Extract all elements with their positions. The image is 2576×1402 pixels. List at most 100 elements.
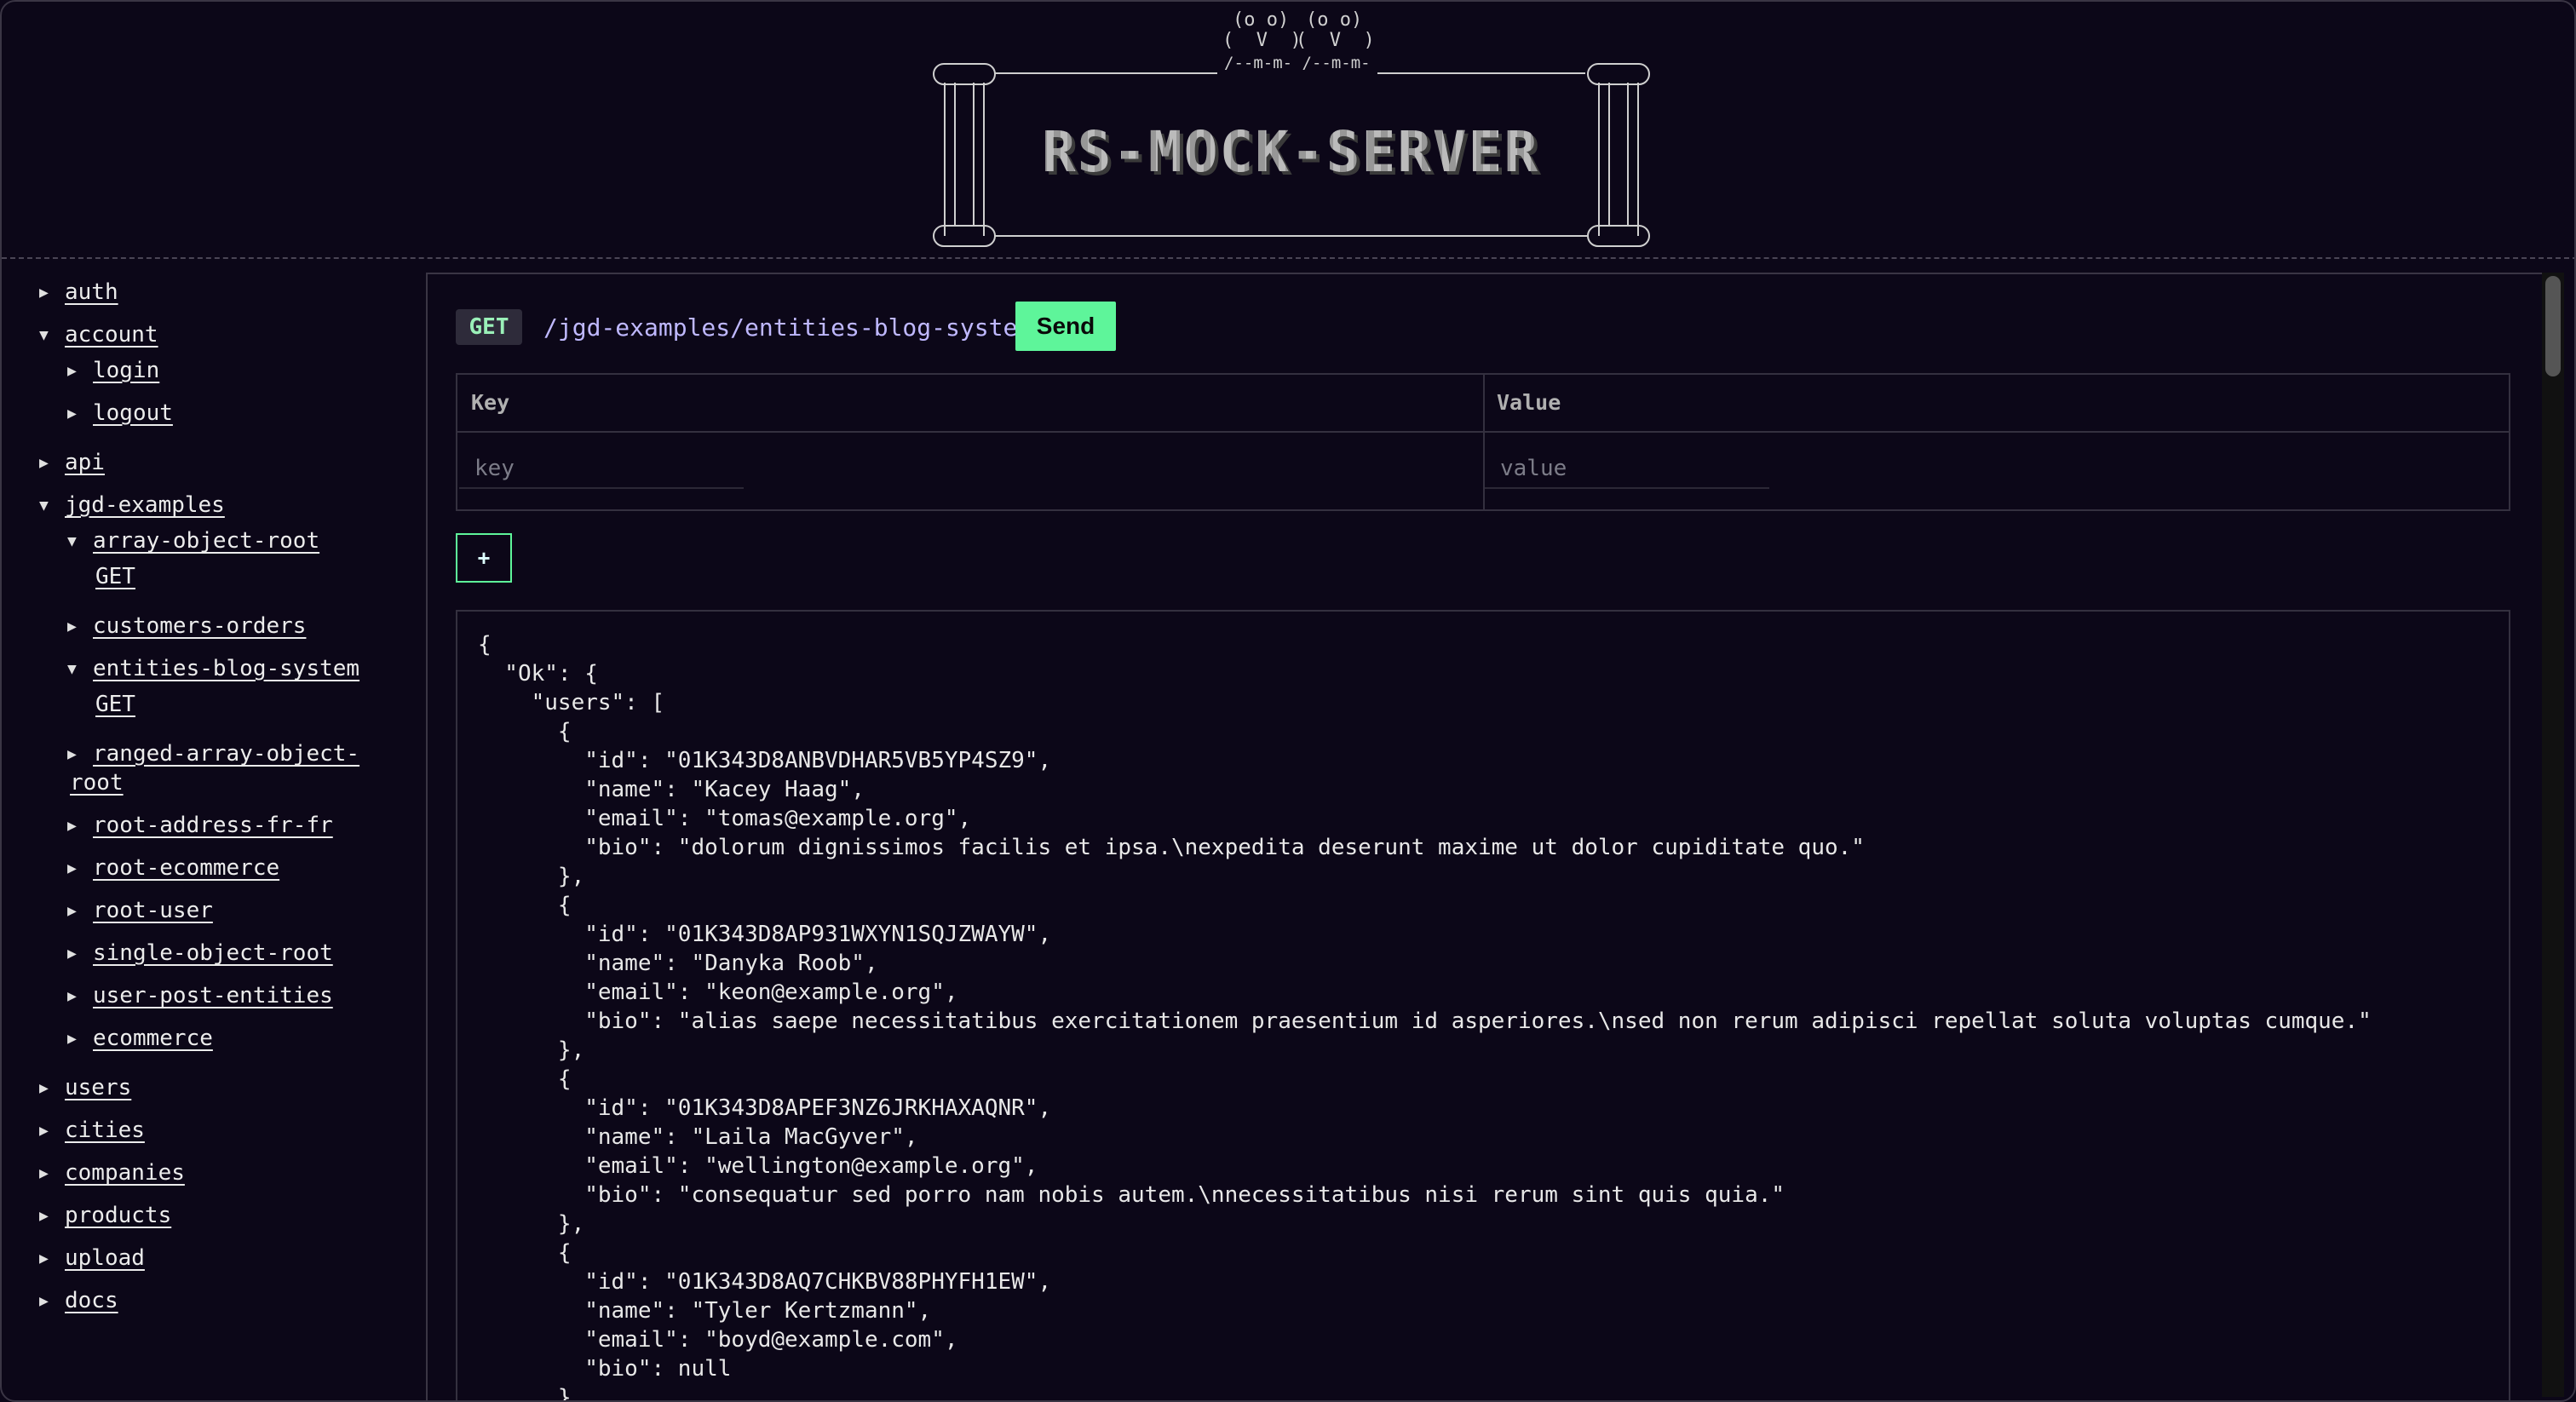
chevron-right-icon: ▶ — [39, 1207, 49, 1225]
rope-right — [1377, 72, 1585, 74]
endpoint-path: /jgd-examples/entities-blog-system — [543, 313, 1032, 342]
sidebar-item-login[interactable]: ▶ login — [67, 356, 159, 386]
sidebar-item-users[interactable]: ▶ users — [39, 1073, 131, 1103]
endpoint-get-entities-blog-system[interactable]: GET — [95, 690, 135, 719]
sidebar-item-label[interactable]: companies — [65, 1160, 185, 1186]
sidebar-item-label[interactable]: users — [65, 1075, 131, 1100]
sidebar-item-ranged-array-object-root[interactable]: ▶ ranged-array-object- — [67, 739, 359, 769]
sidebar-item-api[interactable]: ▶ api — [39, 448, 105, 478]
chevron-right-icon: ▶ — [67, 405, 77, 422]
sidebar-item-label[interactable]: array-object-root — [93, 528, 319, 554]
sidebar-item-array-object-root[interactable]: ▼ array-object-root — [67, 526, 319, 556]
sidebar-item-label[interactable]: products — [65, 1203, 171, 1228]
value-column-header: Value — [1497, 390, 1561, 415]
sidebar-item-label[interactable]: root-address-fr-fr — [93, 813, 333, 838]
param-value-input[interactable] — [1485, 450, 1769, 489]
owl-right-beak: ( V ) — [1296, 30, 1375, 51]
chevron-right-icon: ▶ — [67, 945, 77, 962]
sidebar-item-ecommerce[interactable]: ▶ ecommerce — [67, 1024, 213, 1054]
sidebar-item-single-object-root[interactable]: ▶ single-object-root — [67, 939, 333, 968]
app-logo: RS-MOCK-SERVER — [1033, 121, 1548, 184]
http-method-badge: GET — [456, 309, 522, 345]
sidebar-item-auth[interactable]: ▶ auth — [39, 278, 118, 307]
chevron-right-icon: ▶ — [39, 1250, 49, 1267]
sidebar-item-label[interactable]: jgd-examples — [65, 492, 225, 518]
app-window: (o o) (o o) ( V ) ( V ) /--m-m- /--m-m- … — [0, 0, 2576, 1402]
chevron-down-icon: ▼ — [67, 532, 77, 550]
sidebar-item-customers-orders[interactable]: ▶ customers-orders — [67, 612, 306, 641]
chevron-right-icon: ▶ — [67, 859, 77, 877]
chevron-right-icon: ▶ — [67, 618, 77, 635]
key-column-header: Key — [471, 390, 510, 415]
sidebar-item-label[interactable]: docs — [65, 1288, 118, 1313]
sidebar-item-label[interactable]: customers-orders — [93, 613, 306, 639]
sidebar-item-root-ecommerce[interactable]: ▶ root-ecommerce — [67, 853, 279, 883]
sidebar-item-root-address-fr-fr[interactable]: ▶ root-address-fr-fr — [67, 811, 333, 841]
sidebar-item-ranged-array-object-root-wrap[interactable]: root — [70, 768, 124, 797]
chevron-down-icon: ▼ — [67, 660, 77, 678]
chevron-right-icon: ▶ — [39, 1079, 49, 1097]
pillar-left-bottom-cap — [933, 225, 996, 247]
sidebar-item-label[interactable]: ecommerce — [93, 1026, 213, 1051]
sidebar-item-label[interactable]: api — [65, 450, 105, 475]
sidebar-item-label[interactable]: upload — [65, 1245, 145, 1271]
scrollbar-thumb[interactable] — [2545, 276, 2561, 376]
sidebar-item-label[interactable]: root-ecommerce — [93, 855, 279, 881]
column-divider — [1483, 375, 1485, 509]
sidebar-item-docs[interactable]: ▶ docs — [39, 1286, 118, 1316]
sidebar-item-entities-blog-system[interactable]: ▼ entities-blog-system — [67, 654, 359, 684]
header-banner: (o o) (o o) ( V ) ( V ) /--m-m- /--m-m- … — [2, 2, 2574, 259]
params-table: Key Value — [456, 373, 2510, 511]
sidebar-item-user-post-entities[interactable]: ▶ user-post-entities — [67, 981, 333, 1011]
chevron-right-icon: ▶ — [67, 902, 77, 920]
param-key-input[interactable] — [459, 450, 744, 489]
chevron-right-icon: ▶ — [67, 362, 77, 380]
sidebar-item-account[interactable]: ▼ account — [39, 320, 158, 350]
ascii-banner: (o o) (o o) ( V ) ( V ) /--m-m- /--m-m- … — [926, 10, 1659, 253]
response-body-panel: { "Ok": { "users": [ { "id": "01K343D8AN… — [456, 610, 2510, 1402]
sidebar-item-products[interactable]: ▶ products — [39, 1201, 171, 1231]
sidebar-item-cities[interactable]: ▶ cities — [39, 1116, 145, 1146]
chevron-down-icon: ▼ — [39, 326, 49, 344]
pillar-right — [1598, 83, 1639, 236]
sidebar-item-jgd-examples[interactable]: ▼ jgd-examples — [39, 491, 225, 520]
pillar-right-bottom-cap — [1587, 225, 1650, 247]
scrollbar-track[interactable] — [2542, 273, 2564, 1397]
send-button[interactable]: Send — [1015, 302, 1116, 351]
sidebar-item-label[interactable]: cities — [65, 1118, 145, 1143]
chevron-right-icon: ▶ — [67, 817, 77, 835]
chevron-right-icon: ▶ — [39, 1164, 49, 1182]
chevron-right-icon: ▶ — [39, 454, 49, 472]
sidebar-item-label[interactable]: login — [93, 358, 159, 383]
owl-right-eyes: (o o) — [1306, 9, 1363, 31]
response-json: { "Ok": { "users": [ { "id": "01K343D8AN… — [478, 632, 2372, 1402]
add-param-button[interactable]: + — [456, 533, 512, 583]
chevron-right-icon: ▶ — [67, 987, 77, 1005]
endpoint-get-array-object-root[interactable]: GET — [95, 562, 135, 591]
sidebar-item-root-user[interactable]: ▶ root-user — [67, 896, 213, 926]
chevron-right-icon: ▶ — [39, 284, 49, 302]
rope-bottom — [994, 235, 1587, 237]
rope-left — [994, 72, 1217, 74]
sidebar-nav: ▶ auth ▼ account ▶ login ▶ logout ▶ api ▼ jgd-… — [2, 266, 428, 1400]
chevron-right-icon: ▶ — [67, 1030, 77, 1048]
owl-feet: /--m-m- /--m-m- — [1224, 54, 1371, 72]
sidebar-item-upload[interactable]: ▶ upload — [39, 1244, 145, 1273]
sidebar-item-label[interactable]: single-object-root — [93, 940, 333, 966]
chevron-right-icon: ▶ — [39, 1292, 49, 1310]
sidebar-item-label[interactable]: root — [70, 770, 124, 796]
sidebar-item-label[interactable]: account — [65, 322, 158, 348]
owl-left-eyes: (o o) — [1233, 9, 1290, 31]
chevron-right-icon: ▶ — [67, 745, 77, 763]
sidebar-item-label[interactable]: entities-blog-system — [93, 656, 359, 681]
sidebar-item-logout[interactable]: ▶ logout — [67, 399, 173, 428]
pillar-left — [944, 83, 985, 236]
sidebar-item-label[interactable]: user-post-entities — [93, 983, 333, 1008]
sidebar-item-label[interactable]: ranged-array-object- — [93, 741, 359, 767]
sidebar-item-label[interactable]: auth — [65, 279, 118, 305]
sidebar-item-companies[interactable]: ▶ companies — [39, 1158, 185, 1188]
owl-left-beak: ( V ) — [1222, 30, 1302, 51]
chevron-down-icon: ▼ — [39, 497, 49, 514]
sidebar-item-label[interactable]: root-user — [93, 898, 213, 923]
sidebar-item-label[interactable]: logout — [93, 400, 173, 426]
